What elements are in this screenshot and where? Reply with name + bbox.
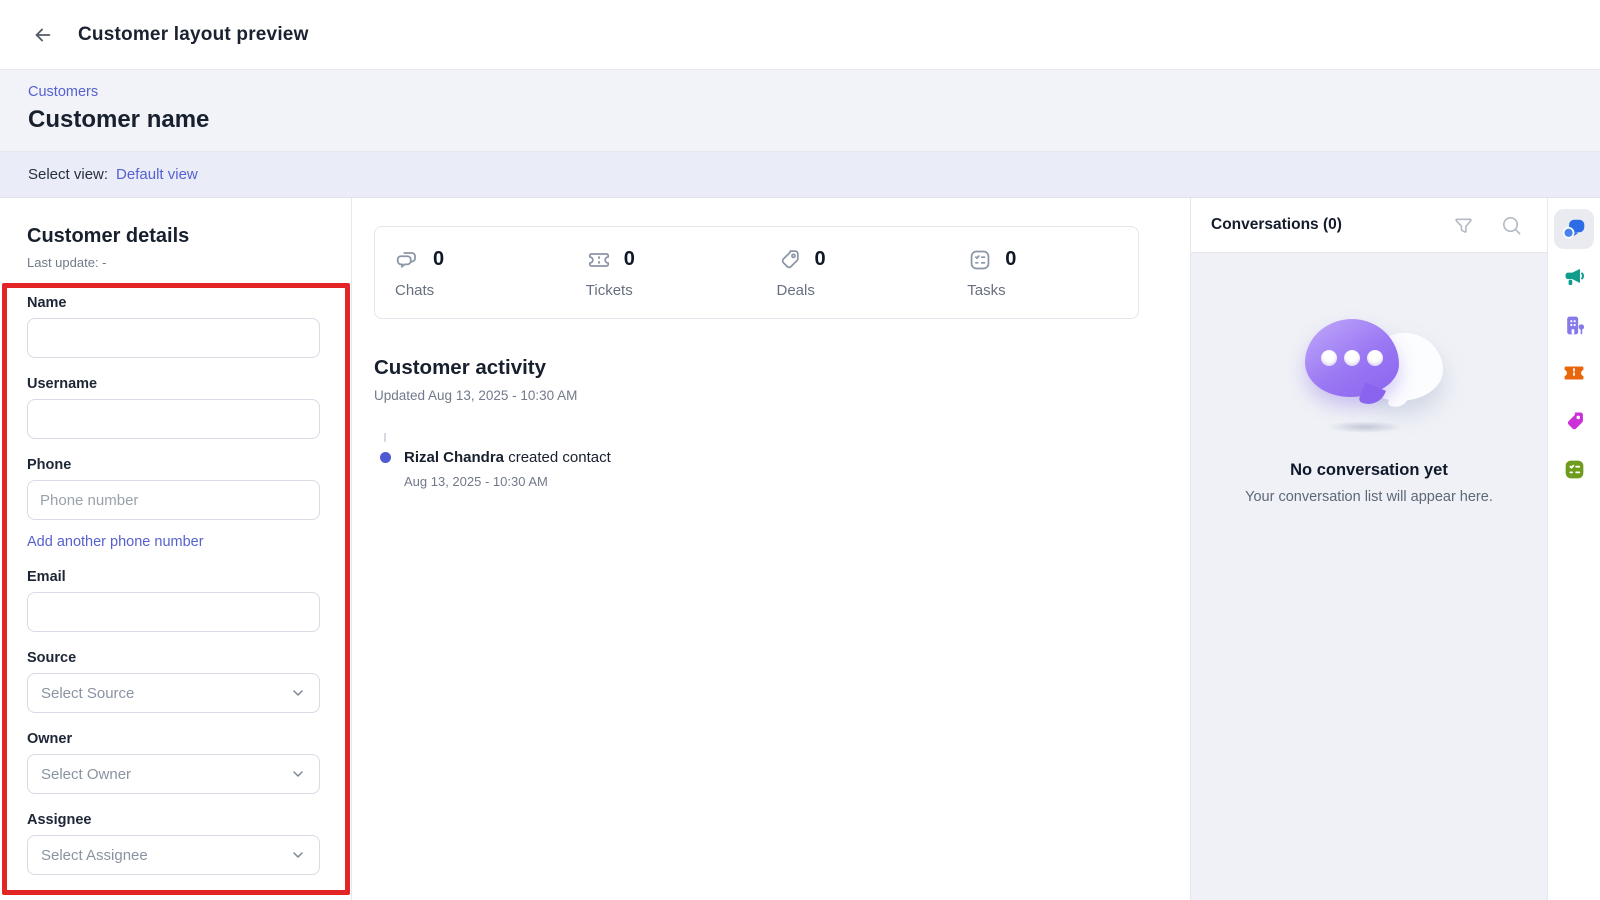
owner-select[interactable]: Select Owner <box>27 754 320 794</box>
task-list-icon <box>967 247 993 273</box>
last-update-label: Last update: - <box>27 255 351 270</box>
email-input[interactable] <box>27 592 320 632</box>
stat-chats: 0 Chats <box>375 247 566 299</box>
field-phone: Phone Add another phone number <box>27 457 351 551</box>
activity-title: Customer activity <box>374 356 1190 380</box>
chats-label: Chats <box>395 282 566 299</box>
name-label: Name <box>27 295 351 311</box>
tickets-label: Tickets <box>586 282 757 299</box>
deals-label: Deals <box>777 282 948 299</box>
tickets-count: 0 <box>624 248 635 271</box>
tasks-count: 0 <box>1005 248 1016 271</box>
stats-card: 0 Chats 0 Tickets <box>374 226 1139 319</box>
conversations-header: Conversations (0) <box>1191 198 1547 253</box>
conversations-title: Conversations (0) <box>1211 216 1427 234</box>
conversations-panel: Conversations (0) <box>1190 198 1547 900</box>
field-owner: Owner Select Owner <box>27 731 351 794</box>
tasks-checklist-icon <box>1562 457 1587 482</box>
event-timestamp: Aug 13, 2025 - 10:30 AM <box>404 474 1190 489</box>
app-header: Customer layout preview <box>0 0 1600 70</box>
illustration-shadow <box>1327 421 1403 433</box>
customer-details-panel: Customer details Last update: - Name Use… <box>0 198 352 900</box>
deal-tag-icon <box>1562 409 1587 434</box>
rail-item-broadcast[interactable] <box>1554 257 1594 297</box>
customer-details-title: Customer details <box>27 225 351 248</box>
funnel-icon <box>1452 214 1475 237</box>
rail-item-deals[interactable] <box>1554 401 1594 441</box>
right-icon-rail <box>1547 198 1600 900</box>
chats-count: 0 <box>433 248 444 271</box>
building-icon <box>1562 313 1587 338</box>
name-input[interactable] <box>27 318 320 358</box>
ticket-icon <box>1561 360 1587 386</box>
owner-label: Owner <box>27 731 351 747</box>
rail-item-tickets[interactable] <box>1554 353 1594 393</box>
search-icon <box>1500 214 1523 237</box>
rail-item-companies[interactable] <box>1554 305 1594 345</box>
typing-dot <box>1367 350 1383 366</box>
filter-button[interactable] <box>1451 213 1475 237</box>
chevron-down-icon <box>290 766 306 782</box>
back-button[interactable] <box>28 20 58 50</box>
owner-select-placeholder: Select Owner <box>41 766 131 783</box>
stat-tickets: 0 Tickets <box>566 247 757 299</box>
empty-state-subtitle: Your conversation list will appear here. <box>1245 489 1493 505</box>
ticket-icon <box>586 247 612 273</box>
assignee-select[interactable]: Select Assignee <box>27 835 320 875</box>
email-label: Email <box>27 569 351 585</box>
customer-details-form: Name Username Phone Add another phone nu… <box>27 295 351 875</box>
field-assignee: Assignee Select Assignee <box>27 812 351 875</box>
customer-name-heading: Customer name <box>28 106 1572 134</box>
view-bar: Select view: Default view <box>0 152 1600 198</box>
assignee-label: Assignee <box>27 812 351 828</box>
select-view-label: Select view: <box>28 166 108 183</box>
username-input[interactable] <box>27 399 320 439</box>
field-email: Email <box>27 569 351 632</box>
chat-bubble-illustration <box>1289 319 1449 425</box>
main-area: 0 Chats 0 Tickets <box>352 198 1190 900</box>
deals-count: 0 <box>815 248 826 271</box>
rail-item-conversations[interactable] <box>1554 209 1594 249</box>
empty-state-title: No conversation yet <box>1290 461 1448 480</box>
source-label: Source <box>27 650 351 666</box>
typing-dot <box>1321 350 1337 366</box>
username-label: Username <box>27 376 351 392</box>
arrow-left-icon <box>32 24 54 46</box>
field-username: Username <box>27 376 351 439</box>
event-actor: Rizal Chandra <box>404 449 504 466</box>
tasks-label: Tasks <box>967 282 1138 299</box>
purple-bubble-shape <box>1305 319 1399 397</box>
conversations-empty-state: No conversation yet Your conversation li… <box>1191 253 1547 900</box>
rail-item-tasks[interactable] <box>1554 449 1594 489</box>
phone-input[interactable] <box>27 480 320 520</box>
search-button[interactable] <box>1499 213 1523 237</box>
activity-updated-label: Updated Aug 13, 2025 - 10:30 AM <box>374 388 1190 403</box>
breadcrumb-section: Customers Customer name <box>0 70 1600 152</box>
breadcrumb-customers-link[interactable]: Customers <box>28 84 98 100</box>
stat-tasks: 0 Tasks <box>947 247 1138 299</box>
source-select-placeholder: Select Source <box>41 685 134 702</box>
chevron-down-icon <box>290 847 306 863</box>
price-tag-icon <box>777 247 803 273</box>
stat-deals: 0 Deals <box>757 247 948 299</box>
phone-label: Phone <box>27 457 351 473</box>
source-select[interactable]: Select Source <box>27 673 320 713</box>
assignee-select-placeholder: Select Assignee <box>41 847 148 864</box>
chevron-down-icon <box>290 685 306 701</box>
default-view-link[interactable]: Default view <box>116 166 198 183</box>
event-action: created contact <box>508 449 611 466</box>
page-title: Customer layout preview <box>78 24 309 46</box>
timeline-tick <box>384 433 386 442</box>
typing-dot <box>1344 350 1360 366</box>
activity-event: Rizal Chandra created contact Aug 13, 20… <box>374 449 1190 489</box>
customer-activity-section: Customer activity Updated Aug 13, 2025 -… <box>374 356 1190 489</box>
timeline-dot <box>380 452 391 463</box>
field-source: Source Select Source <box>27 650 351 713</box>
add-phone-link[interactable]: Add another phone number <box>27 534 204 550</box>
field-name: Name <box>27 295 351 358</box>
megaphone-icon <box>1561 264 1587 290</box>
chat-icon <box>1561 216 1587 242</box>
chat-bubbles-icon <box>395 247 421 273</box>
